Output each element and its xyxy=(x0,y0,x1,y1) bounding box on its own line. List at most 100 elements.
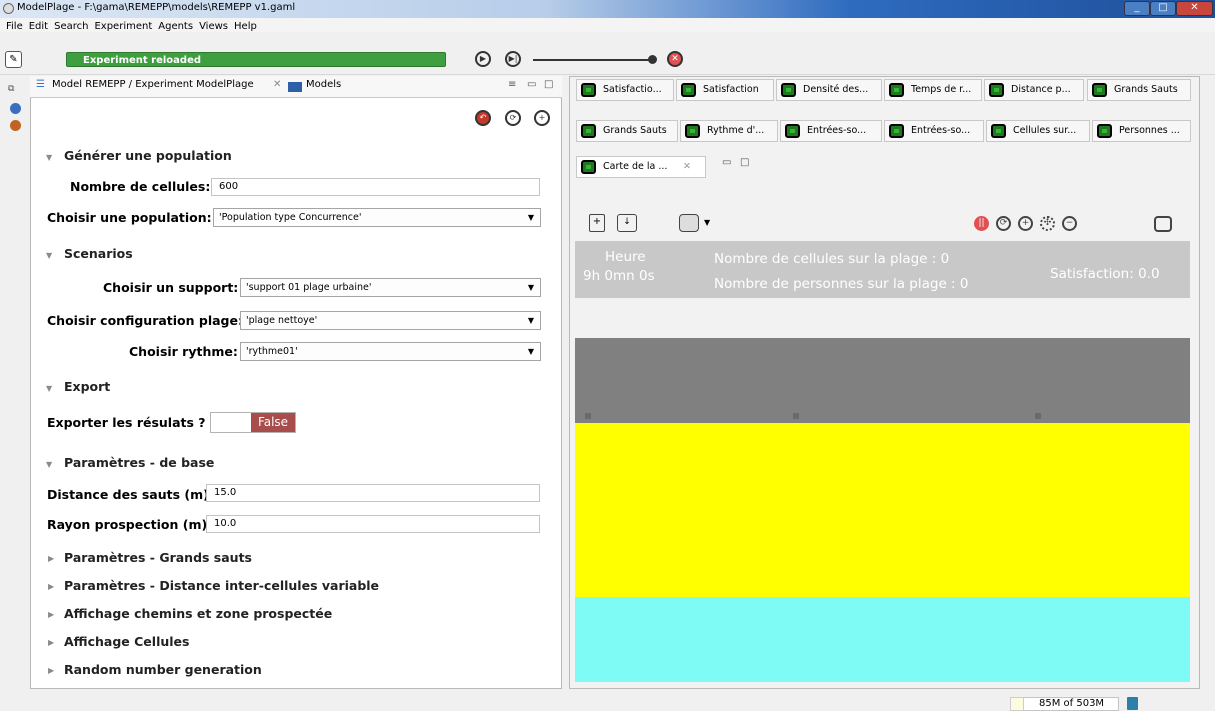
tab-grands-sauts[interactable]: Grands Sauts xyxy=(1087,79,1191,101)
config-select[interactable]: 'plage nettoye' ▼ xyxy=(240,311,541,330)
support-label: Choisir un support: xyxy=(103,280,239,295)
support-value: 'support 01 plage urbaine' xyxy=(246,282,372,293)
map-beach-zone xyxy=(575,423,1190,597)
speed-slider-handle[interactable] xyxy=(648,55,657,64)
heure-value: 9h 0mn 0s xyxy=(583,268,655,284)
tab-entrees-1[interactable]: Entrées-so... xyxy=(780,120,882,142)
collapse-icon[interactable]: ▶ xyxy=(48,582,54,591)
persons-count-text: Nombre de personnes sur la plage : 0 xyxy=(714,276,969,292)
chart-icon xyxy=(785,124,800,138)
speed-slider-track[interactable] xyxy=(533,59,652,61)
tab-label: Carte de la ... xyxy=(603,161,668,172)
interactive-console-icon[interactable] xyxy=(10,120,21,131)
export-toggle-value: False xyxy=(251,413,295,432)
chart-icon xyxy=(1092,83,1107,97)
window-title: ModelPlage - F:\gama\REMEPP\models\REMEP… xyxy=(17,2,296,13)
distance-input[interactable]: 15.0 xyxy=(206,484,540,502)
tab-rythme[interactable]: Rythme d'... xyxy=(680,120,778,142)
sync-icon[interactable]: ⟳ xyxy=(996,216,1011,231)
chart-icon xyxy=(1097,124,1112,138)
tab-distance[interactable]: Distance p... xyxy=(984,79,1084,101)
add-parameter-icon[interactable]: + xyxy=(534,110,550,126)
maximize-view-icon[interactable]: □ xyxy=(544,79,553,90)
trash-icon[interactable] xyxy=(1127,697,1138,710)
console-icon[interactable] xyxy=(10,103,21,114)
section-scenarios[interactable]: Scenarios xyxy=(64,246,133,261)
tab-entrees-2[interactable]: Entrées-so... xyxy=(884,120,984,142)
expand-icon[interactable]: ▼ xyxy=(46,460,52,469)
edit-icon[interactable]: ✎ xyxy=(5,51,22,68)
rythme-value: 'rythme01' xyxy=(246,346,298,357)
chevron-down-icon[interactable]: ▼ xyxy=(704,218,710,227)
chevron-down-icon: ▼ xyxy=(527,347,534,356)
close-window-button[interactable]: ✕ xyxy=(1176,1,1213,16)
chevron-down-icon: ▼ xyxy=(527,316,534,325)
tab-densite[interactable]: Densité des... xyxy=(776,79,882,101)
restore-icon[interactable]: ⧉ xyxy=(8,84,14,94)
section-affichage-cellules[interactable]: Affichage Cellules xyxy=(64,634,189,649)
expand-icon[interactable]: ▼ xyxy=(46,384,52,393)
layers-icon[interactable]: + xyxy=(589,214,605,232)
nb-cells-input[interactable]: 600 xyxy=(211,178,540,196)
tab-close-icon[interactable]: ✕ xyxy=(683,157,691,177)
run-icon[interactable]: ▶ xyxy=(475,51,491,67)
chart-icon xyxy=(991,124,1006,138)
collapse-icon[interactable]: ▶ xyxy=(48,638,54,647)
section-random[interactable]: Random number generation xyxy=(64,662,262,677)
section-distance-var[interactable]: Paramètres - Distance inter-cellules var… xyxy=(64,578,379,593)
config-label: Choisir configuration plage: xyxy=(47,313,243,328)
minimize-view-icon[interactable]: ▭ xyxy=(527,79,536,90)
chart-icon xyxy=(581,83,596,97)
parameters-icon: ☰ xyxy=(36,79,45,90)
zoom-in-icon[interactable]: + xyxy=(1018,216,1033,231)
tab-temps[interactable]: Temps de r... xyxy=(884,79,982,101)
tab-grands-sauts-2[interactable]: Grands Sauts xyxy=(576,120,678,142)
rythme-select[interactable]: 'rythme01' ▼ xyxy=(240,342,541,361)
download-icon[interactable]: ↓ xyxy=(617,214,637,232)
section-export[interactable]: Export xyxy=(64,379,110,394)
minimize-button[interactable]: _ xyxy=(1124,1,1150,16)
expand-icon[interactable]: ▼ xyxy=(46,153,52,162)
collapse-icon[interactable]: ▶ xyxy=(48,666,54,675)
tab-personnes[interactable]: Personnes ... xyxy=(1092,120,1191,142)
tab-model-experiment[interactable]: Model REMEPP / Experiment ModelPlage xyxy=(52,79,254,90)
reload-icon[interactable]: ⟳ xyxy=(505,110,521,126)
rayon-input[interactable]: 10.0 xyxy=(206,515,540,533)
section-affichage-chemins[interactable]: Affichage chemins et zone prospectée xyxy=(64,606,332,621)
close-experiment-icon[interactable]: ✕ xyxy=(667,51,683,67)
tab-close-icon[interactable]: ✕ xyxy=(273,79,281,90)
population-select[interactable]: 'Population type Concurrence' ▼ xyxy=(213,208,541,227)
tab-satisfaction[interactable]: Satisfaction xyxy=(676,79,774,101)
tab-label: Entrées-so... xyxy=(911,125,971,136)
agents-icon[interactable] xyxy=(679,214,699,232)
tab-models[interactable]: Models xyxy=(306,79,341,90)
cells-count-text: Nombre de cellules sur la plage : 0 xyxy=(714,251,950,267)
tab-satisfactio[interactable]: Satisfactio... xyxy=(576,79,674,101)
config-value: 'plage nettoye' xyxy=(246,315,318,326)
zoom-fit-icon[interactable]: ✣ xyxy=(1040,216,1055,231)
support-select[interactable]: 'support 01 plage urbaine' ▼ xyxy=(240,278,541,297)
tab-cellules[interactable]: Cellules sur... xyxy=(986,120,1090,142)
revert-icon[interactable]: ↶ xyxy=(475,110,491,126)
minimize-view-icon[interactable]: ▭ xyxy=(722,157,731,168)
nb-cells-label: Nombre de cellules: xyxy=(70,179,211,194)
collapse-icon[interactable]: ▶ xyxy=(48,554,54,563)
collapse-icon[interactable]: ▶ xyxy=(48,610,54,619)
zoom-out-icon[interactable]: − xyxy=(1062,216,1077,231)
distance-label: Distance des sauts (m) xyxy=(47,487,209,502)
expand-icon[interactable]: ▼ xyxy=(46,251,52,260)
tab-carte[interactable]: Carte de la ... ✕ xyxy=(576,156,706,178)
section-grands-sauts[interactable]: Paramètres - Grands sauts xyxy=(64,550,252,565)
chart-icon xyxy=(581,124,596,138)
maximize-button[interactable]: □ xyxy=(1150,1,1176,16)
view-menu-icon[interactable]: ≡ xyxy=(508,79,516,90)
camera-icon[interactable] xyxy=(1154,216,1172,232)
tab-label: Temps de r... xyxy=(911,84,972,95)
maximize-view-icon[interactable]: □ xyxy=(740,157,749,168)
export-toggle[interactable]: False xyxy=(210,412,296,433)
pause-icon[interactable]: || xyxy=(974,216,989,231)
section-base-params[interactable]: Paramètres - de base xyxy=(64,455,214,470)
rayon-label: Rayon prospection (m) xyxy=(47,517,208,532)
step-icon[interactable]: ▶| xyxy=(505,51,521,67)
section-generer-population[interactable]: Générer une population xyxy=(64,148,232,163)
